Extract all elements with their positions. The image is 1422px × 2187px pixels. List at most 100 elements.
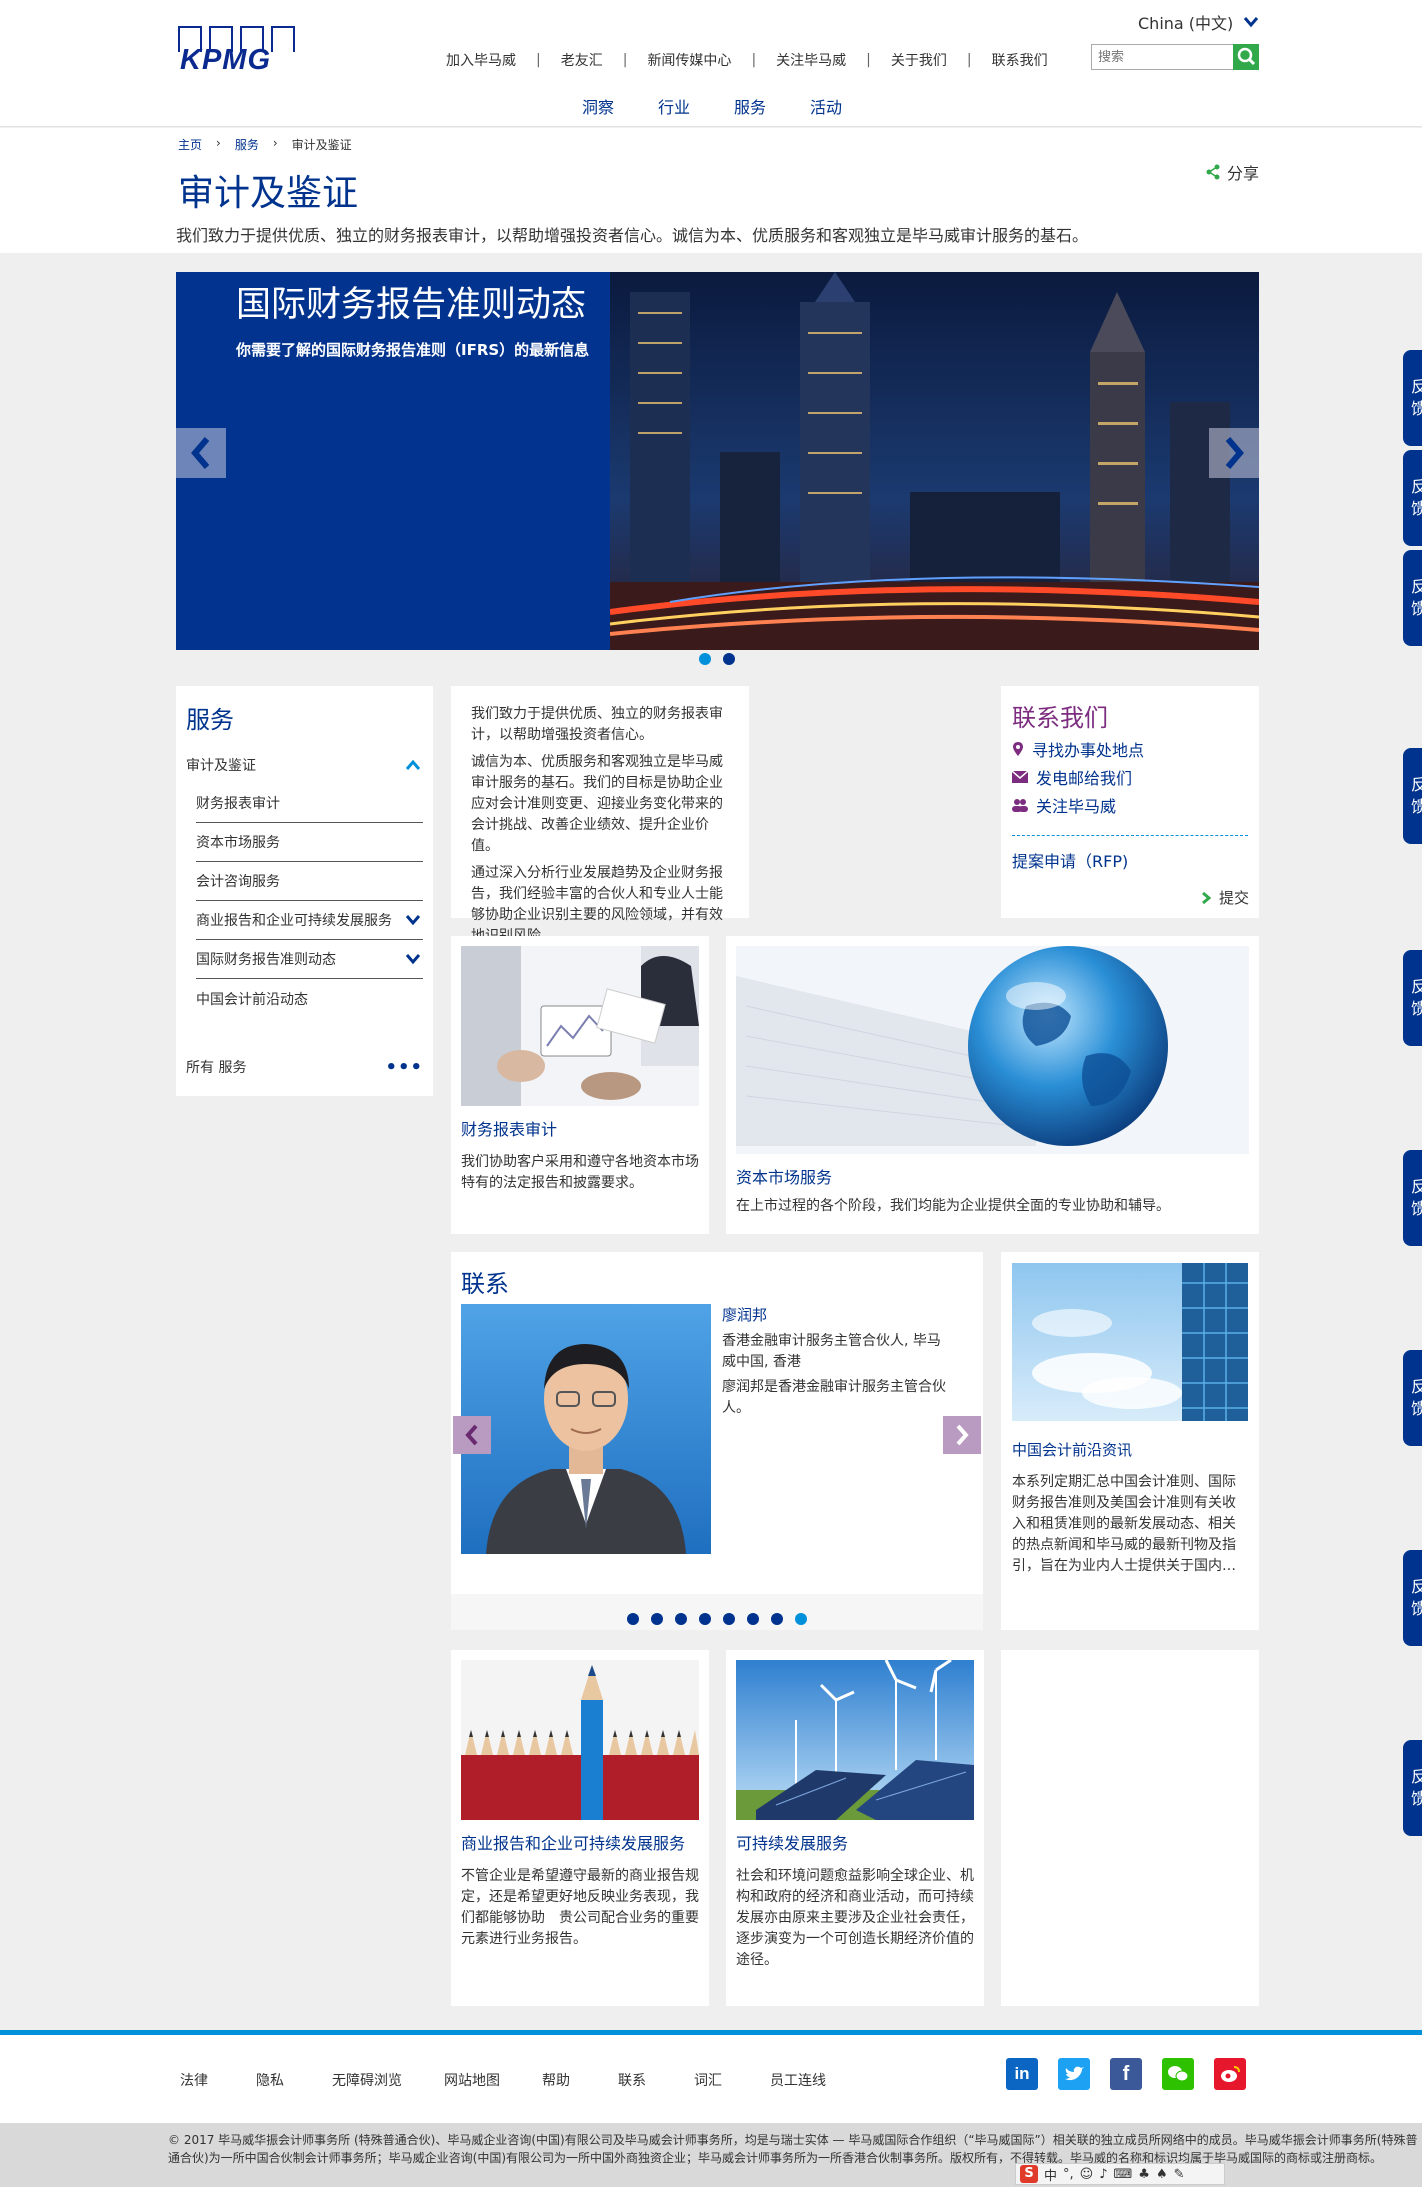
sidebar-item-business-reporting[interactable]: 商业报告和企业可持续发展服务 bbox=[196, 901, 423, 940]
chevron-up-icon bbox=[405, 759, 421, 770]
nav-industries[interactable]: 行业 bbox=[658, 94, 690, 118]
feedback-tab[interactable]: 反馈 bbox=[1403, 350, 1422, 446]
footer-link-help[interactable]: 帮助 bbox=[542, 2070, 618, 2090]
nav-services[interactable]: 服务 bbox=[734, 94, 766, 118]
wechat-icon[interactable] bbox=[1162, 2058, 1194, 2090]
people-prev-button[interactable] bbox=[453, 1416, 491, 1454]
sustain-title[interactable]: 可持续发展服务 bbox=[736, 1830, 974, 1854]
breadcrumb-home[interactable]: 主页 bbox=[178, 136, 202, 153]
top-link-follow[interactable]: 关注毕马威 bbox=[776, 50, 846, 70]
rfp-link[interactable]: 提案申请（RFP) bbox=[1012, 846, 1248, 874]
facebook-icon[interactable]: f bbox=[1110, 2058, 1142, 2090]
pencils-image bbox=[461, 1660, 699, 1820]
search-input[interactable] bbox=[1092, 45, 1232, 69]
china-accounting-card[interactable]: 中国会计前沿资讯 本系列定期汇总中国会计准则、国际财务报告准则及美国会计准则有关… bbox=[1001, 1252, 1259, 1630]
capital-text: 在上市过程的各个阶段，我们均能为企业提供全面的专业协助和辅导。 bbox=[736, 1198, 1170, 1214]
sidebar-item-capital[interactable]: 资本市场服务 bbox=[196, 823, 423, 862]
footer-link-privacy[interactable]: 隐私 bbox=[256, 2070, 332, 2090]
follow-link[interactable]: 关注毕马威 bbox=[1012, 791, 1248, 819]
search-box bbox=[1091, 44, 1259, 70]
sidebar-item-accounting[interactable]: 会计咨询服务 bbox=[196, 862, 423, 901]
email-link[interactable]: 发电邮给我们 bbox=[1012, 763, 1248, 791]
hero-dot-1[interactable] bbox=[699, 653, 711, 665]
chevron-right-icon bbox=[1225, 437, 1244, 469]
feedback-tab[interactable]: 反馈 bbox=[1403, 450, 1422, 546]
capital-markets-card[interactable]: 资本市场服务 在上市过程的各个阶段，我们均能为企业提供全面的专业协助和辅导。 bbox=[726, 936, 1259, 1234]
footer-link-contact[interactable]: 联系 bbox=[618, 2070, 694, 2090]
keyboard-icon: ⌨ bbox=[1113, 2166, 1133, 2182]
linkedin-icon[interactable]: in bbox=[1006, 2058, 1038, 2090]
sidebar-item-label: 中国会计前沿动态 bbox=[196, 991, 308, 1008]
people-dot[interactable] bbox=[675, 1613, 687, 1625]
people-next-button[interactable] bbox=[943, 1416, 981, 1454]
submit-link[interactable]: 提交 bbox=[1201, 887, 1249, 908]
footer-link-sitemap[interactable]: 网站地图 bbox=[444, 2070, 542, 2090]
person-photo[interactable] bbox=[461, 1304, 711, 1554]
ime-toolbar[interactable]: S 中 °, ☺ ♪ ⌨ ♣ ♠ ✎ bbox=[1015, 2163, 1225, 2185]
top-link-alumni[interactable]: 老友汇 bbox=[561, 50, 603, 70]
hero-title[interactable]: 国际财务报告准则动态 bbox=[236, 282, 596, 328]
footer-link-staff[interactable]: 员工连线 bbox=[770, 2070, 826, 2090]
sidebar-item-china[interactable]: 中国会计前沿动态 bbox=[196, 979, 423, 1018]
hero-prev-button[interactable] bbox=[176, 428, 226, 478]
hero-subtitle: 你需要了解的国际财务报告准则（IFRS）的最新信息 bbox=[236, 341, 590, 359]
business-reporting-card[interactable]: 商业报告和企业可持续发展服务 不管企业是希望遵守最新的商业报告规定，还是希望更好… bbox=[451, 1650, 709, 2006]
find-office-link[interactable]: 寻找办事处地点 bbox=[1012, 735, 1248, 763]
sogou-s-icon: S bbox=[1020, 2165, 1038, 2183]
feedback-tab[interactable]: 反馈 bbox=[1403, 1350, 1422, 1446]
top-link-about[interactable]: 关于我们 bbox=[891, 50, 947, 70]
weibo-icon[interactable] bbox=[1214, 2058, 1246, 2090]
hero-next-button[interactable] bbox=[1209, 428, 1259, 478]
chevron-down-icon[interactable] bbox=[405, 953, 421, 965]
audit-card[interactable]: 财务报表审计 我们协助客户采用和遵守各地资本市场特有的法定报告和披露要求。 bbox=[451, 936, 709, 1234]
people-dot[interactable] bbox=[651, 1613, 663, 1625]
people-dot[interactable] bbox=[627, 1613, 639, 1625]
contact-divider bbox=[1012, 835, 1248, 836]
search-button[interactable] bbox=[1233, 44, 1259, 70]
nav-events[interactable]: 活动 bbox=[810, 94, 842, 118]
breadcrumb: 主页 › 服务 › 审计及鉴证 bbox=[178, 136, 352, 153]
top-link-contact[interactable]: 联系我们 bbox=[992, 50, 1048, 70]
business-text: 不管企业是希望遵守最新的商业报告规定，还是希望更好地反映业务表现，我们都能够协助… bbox=[461, 1868, 699, 1947]
chevron-down-icon[interactable] bbox=[405, 914, 421, 926]
audit-title[interactable]: 财务报表审计 bbox=[461, 1116, 699, 1140]
people-dot[interactable] bbox=[771, 1613, 783, 1625]
sidebar-item-ifrs[interactable]: 国际财务报告准则动态 bbox=[196, 940, 423, 979]
footer-link-legal[interactable]: 法律 bbox=[180, 2070, 256, 2090]
capital-title[interactable]: 资本市场服务 bbox=[736, 1164, 1249, 1188]
person-name[interactable]: 廖润邦 bbox=[722, 1304, 952, 1325]
people-dot[interactable] bbox=[699, 1613, 711, 1625]
feedback-tab[interactable]: 反馈 bbox=[1403, 1550, 1422, 1646]
kpmg-logo[interactable]: KPMG bbox=[178, 26, 296, 76]
footer-link-accessibility[interactable]: 无障碍浏览 bbox=[332, 2070, 444, 2090]
business-title[interactable]: 商业报告和企业可持续发展服务 bbox=[461, 1830, 699, 1854]
feedback-tab[interactable]: 反馈 bbox=[1403, 550, 1422, 646]
intro-text: 我们致力于提供优质、独立的财务报表审计，以帮助增强投资者信心。诚信为本、优质服务… bbox=[176, 226, 1089, 245]
people-dot[interactable] bbox=[795, 1613, 807, 1625]
all-services-label: 所有 服务 bbox=[186, 1060, 247, 1076]
people-dot[interactable] bbox=[747, 1613, 759, 1625]
china-text: 本系列定期汇总中国会计准则、国际财务报告准则及美国会计准则有关收入和租赁准则的最… bbox=[1012, 1474, 1236, 1574]
feedback-tab[interactable]: 反馈 bbox=[1403, 1740, 1422, 1836]
language-selector[interactable]: China (中文) bbox=[1138, 10, 1259, 34]
wrench-icon: ✎ bbox=[1173, 2166, 1185, 2182]
sustainability-card[interactable]: 可持续发展服务 社会和环境问题愈益影响全球企业、机构和政府的经济和商业活动，而可… bbox=[726, 1650, 984, 2006]
china-title[interactable]: 中国会计前沿资讯 bbox=[1012, 1439, 1248, 1460]
people-dot[interactable] bbox=[723, 1613, 735, 1625]
all-services-link[interactable]: 所有 服务 ••• bbox=[176, 1038, 433, 1096]
globe-image bbox=[736, 946, 1249, 1154]
hero-dot-2[interactable] bbox=[723, 653, 735, 665]
sidebar-current[interactable]: 审计及鉴证 bbox=[186, 745, 423, 784]
contact-us-card: 联系我们 寻找办事处地点 发电邮给我们 关注毕马威 提案申请（RFP) 提交 bbox=[1001, 686, 1259, 918]
breadcrumb-services[interactable]: 服务 bbox=[235, 136, 259, 153]
top-link-join[interactable]: 加入毕马威 bbox=[446, 50, 516, 70]
feedback-tab[interactable]: 反馈 bbox=[1403, 748, 1422, 844]
feedback-tab[interactable]: 反馈 bbox=[1403, 1150, 1422, 1246]
nav-insights[interactable]: 洞察 bbox=[582, 94, 614, 118]
feedback-tab[interactable]: 反馈 bbox=[1403, 950, 1422, 1046]
top-link-media[interactable]: 新闻传媒中心 bbox=[647, 50, 731, 70]
share-button[interactable]: 分享 bbox=[1205, 160, 1259, 184]
sidebar-item-audit[interactable]: 财务报表审计 bbox=[196, 784, 423, 823]
footer-link-glossary[interactable]: 词汇 bbox=[694, 2070, 770, 2090]
twitter-icon[interactable] bbox=[1058, 2058, 1090, 2090]
